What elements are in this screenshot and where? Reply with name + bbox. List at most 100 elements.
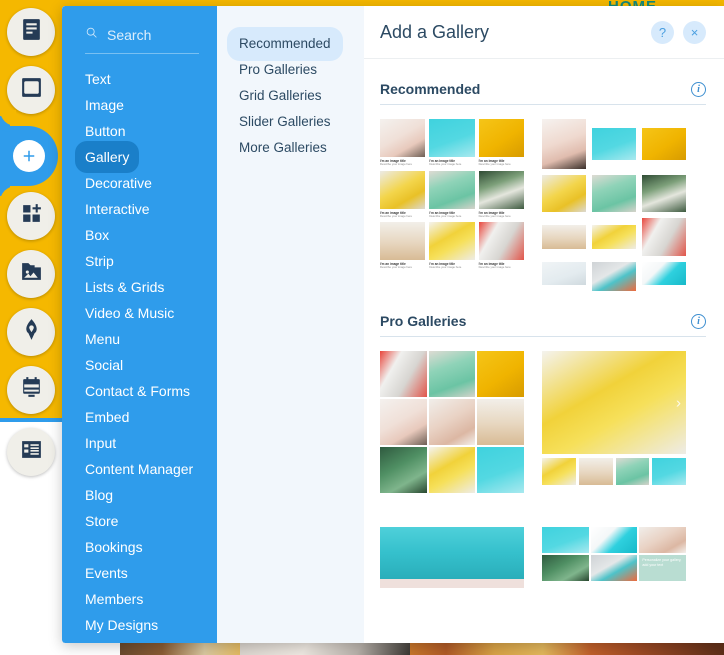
category-item-decorative[interactable]: Decorative [62,167,217,193]
caption-subtitle: Describe your image here [478,265,511,270]
thumbnail-image[interactable] [542,458,576,485]
thumbnail-image [380,351,427,397]
category-item-interactive[interactable]: Interactive [62,193,217,219]
page-title: Add a Gallery [380,21,490,42]
editor-left-rail [0,0,62,655]
rail-item-bookings[interactable] [7,366,55,414]
section-title: Recommended [380,81,481,97]
background-icon [19,75,44,105]
thumbnail-image[interactable] [652,458,686,485]
gallery-tile-pro-wide[interactable] [380,527,524,588]
category-item-box[interactable]: Box [62,219,217,245]
chevron-right-icon[interactable]: › [676,394,681,411]
thumbnail-image [478,222,524,261]
thumbnail-image [380,222,426,261]
thumbnail-image [592,262,636,291]
gallery-tile-masonry[interactable] [542,119,686,291]
mosaic-gallery-preview: Personalize your gallery, add your text [542,527,686,581]
thumbnail-image[interactable] [615,458,650,485]
rail-item-content-manager[interactable] [7,428,55,476]
category-item-lists-grids[interactable]: Lists & Grids [62,271,217,297]
help-button[interactable]: ? [651,20,674,44]
slider-main-image: › [542,351,686,454]
rail-item-blog-pen[interactable] [7,308,55,356]
thumbnail-image [542,262,586,285]
category-item-events[interactable]: Events [62,557,217,583]
thumbnail-image [542,225,586,249]
category-item-bookings[interactable]: Bookings [62,531,217,557]
category-item-members[interactable]: Members [62,583,217,609]
category-item-button[interactable]: Button [62,115,217,141]
caption-subtitle: Describe your image here [429,213,462,218]
category-item-blog[interactable]: Blog [62,479,217,505]
subcategory-item-recommended[interactable]: Recommended [217,27,364,61]
info-icon[interactable]: i [691,313,706,329]
category-item-social[interactable]: Social [62,349,217,375]
thumbnail-image [428,399,476,445]
thumbnail-image[interactable] [578,458,613,485]
content-column: Add a Gallery ? × Recommended i I'm an i… [364,6,724,643]
category-item-contact-forms[interactable]: Contact & Forms [62,375,217,401]
rail-item-pages[interactable] [7,8,55,56]
thumbnail-image [429,119,475,157]
thumbnail-image [380,399,427,445]
category-item-strip[interactable]: Strip [62,245,217,271]
thumbnail-image [590,555,638,581]
category-item-text[interactable]: Text [62,63,217,89]
thumbnail-image [639,527,686,553]
search-underline [85,53,199,54]
category-item-video-music[interactable]: Video & Music [62,297,217,323]
gallery-tile-pro-mosaic[interactable]: Personalize your gallery, add your text [542,527,686,588]
rail-item-media[interactable] [7,250,55,298]
category-item-image[interactable]: Image [62,89,217,115]
section-title: Pro Galleries [380,313,467,329]
category-list: Text Image Button Gallery Decorative Int… [62,63,217,635]
close-button[interactable]: × [683,20,706,44]
rail-item-add[interactable] [0,110,58,202]
rail-item-background[interactable] [7,66,55,114]
question-mark-icon: ? [658,24,667,40]
gallery-tile-pro-slider[interactable]: › [542,351,686,493]
gallery-tile-pro-grid[interactable] [380,351,524,493]
wide-strip-image [380,527,524,579]
subcategory-item-pro-galleries[interactable]: Pro Galleries [217,53,364,79]
thumbnail-image [642,175,686,212]
thumbnail-image [542,175,586,212]
category-item-embed[interactable]: Embed [62,401,217,427]
screen: HOME ar m m m m [0,0,724,655]
subcategory-item-more-galleries[interactable]: More Galleries [217,131,364,157]
category-item-input[interactable]: Input [62,427,217,453]
caption-subtitle: Describe your image here [478,213,511,218]
caption-subtitle: Describe your image here [380,162,413,166]
category-item-gallery[interactable]: Gallery [62,141,217,173]
category-item-menu[interactable]: Menu [62,323,217,349]
rail-item-apps[interactable] [7,192,55,240]
thumbnail-image [592,225,636,249]
close-icon: × [690,24,699,40]
grid-cell: I'm an image title Describe your image he… [429,119,475,167]
search-input[interactable] [107,27,199,43]
info-icon[interactable]: i [691,81,706,97]
subcategory-item-grid-galleries[interactable]: Grid Galleries [217,79,364,105]
thumbnail-image [592,175,636,212]
content-icon [19,437,44,467]
category-item-my-designs[interactable]: My Designs [62,609,217,635]
gallery-row-pro-2: Personalize your gallery, add your text [380,527,706,588]
thumbnail-image [429,170,475,209]
add-icon [13,140,45,172]
grid-cell: I'm an image title Describe your image he… [478,170,524,219]
gallery-tile-grid-captioned[interactable]: I'm an image title Describe your image he… [380,119,524,291]
search-field[interactable] [85,26,199,53]
gallery-scroll-area[interactable]: Recommended i I'm an image title Describe… [364,59,724,643]
grid-cell: I'm an image title Describe your image he… [429,170,475,219]
thumbnail-image [477,447,524,493]
thumbnail-image [642,262,686,285]
thumbnail-image [380,119,426,157]
category-item-store[interactable]: Store [62,505,217,531]
category-item-content-manager[interactable]: Content Manager [62,453,217,479]
grid-cell: I'm an image title Describe your image he… [478,222,524,270]
media-icon [19,259,44,289]
section-header-pro-galleries: Pro Galleries i [380,291,706,337]
panel-header: Add a Gallery ? × [364,6,724,59]
subcategory-item-slider-galleries[interactable]: Slider Galleries [217,105,364,131]
